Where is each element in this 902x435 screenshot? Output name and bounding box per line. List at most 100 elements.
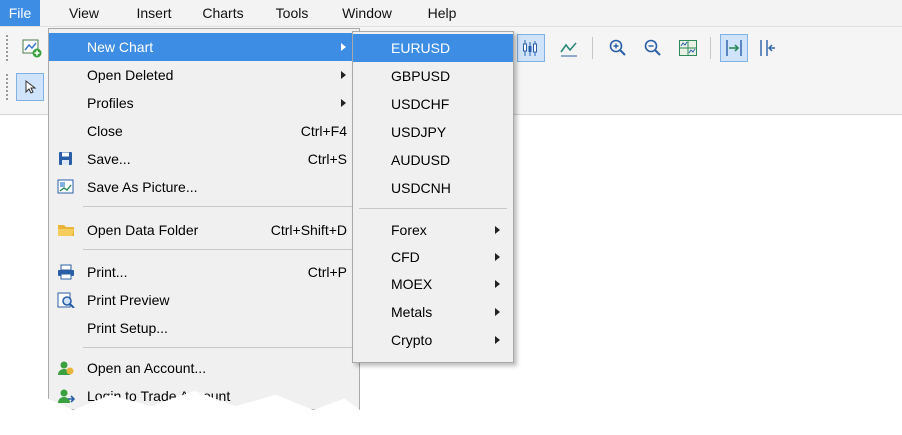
menubar: File View Insert Charts Tools Window Hel… bbox=[0, 0, 902, 27]
menu-separator bbox=[359, 208, 507, 209]
menu-item-print-setup[interactable]: Print Setup... bbox=[49, 314, 357, 342]
submenu-arrow-icon bbox=[495, 253, 500, 261]
submenu-item-symbol[interactable]: USDCNH bbox=[353, 174, 513, 202]
menu-item-label: Save As Picture... bbox=[87, 179, 198, 195]
menu-separator bbox=[83, 249, 353, 250]
open-account-icon bbox=[58, 361, 74, 375]
submenu-item-symbol[interactable]: USDJPY bbox=[353, 118, 513, 146]
submenu-item-label: USDCHF bbox=[391, 96, 450, 112]
submenu-item-symbol[interactable]: AUDUSD bbox=[353, 146, 513, 174]
tile-windows-icon bbox=[679, 40, 697, 56]
submenu-item-group-cfd[interactable]: CFD bbox=[353, 243, 513, 271]
menu-item-new-chart[interactable]: New Chart bbox=[49, 33, 357, 61]
submenu-arrow-icon bbox=[495, 308, 500, 316]
file-menu: New Chart Open Deleted Profiles Close Ct… bbox=[48, 28, 360, 410]
save-icon bbox=[59, 152, 72, 165]
menu-item-close[interactable]: Close Ctrl+F4 bbox=[49, 117, 357, 145]
submenu-arrow-icon bbox=[341, 43, 346, 51]
chart-shift-icon bbox=[760, 40, 775, 56]
menu-item-label: Open Data Folder bbox=[87, 222, 199, 238]
menu-item-open-account[interactable]: Open an Account... bbox=[49, 354, 357, 382]
zoom-out-button[interactable] bbox=[639, 34, 667, 62]
toolbar-grip[interactable] bbox=[6, 35, 12, 61]
menu-charts[interactable]: Charts bbox=[194, 0, 252, 26]
folder-icon bbox=[58, 225, 74, 236]
menu-item-profiles[interactable]: Profiles bbox=[49, 89, 357, 117]
menu-insert[interactable]: Insert bbox=[126, 0, 182, 26]
menu-item-label: Login to Trade Account bbox=[87, 388, 231, 404]
submenu-item-symbol[interactable]: EURUSD bbox=[353, 34, 513, 62]
menu-item-shortcut: Ctrl+Shift+D bbox=[270, 222, 347, 238]
submenu-item-label: MOEX bbox=[391, 276, 433, 292]
submenu-arrow-icon bbox=[341, 99, 346, 107]
candlestick-chart-button[interactable] bbox=[517, 34, 545, 62]
submenu-item-label: USDJPY bbox=[391, 124, 447, 140]
submenu-item-label: Forex bbox=[391, 222, 427, 238]
menu-item-open-data-folder[interactable]: Open Data Folder Ctrl+Shift+D bbox=[49, 216, 357, 244]
toolbar-separator bbox=[592, 37, 593, 59]
submenu-item-group-forex[interactable]: Forex bbox=[353, 216, 513, 244]
menu-item-label: Profiles bbox=[87, 95, 134, 111]
submenu-arrow-icon bbox=[341, 71, 346, 79]
toolbar-separator bbox=[710, 37, 711, 59]
auto-scroll-button[interactable] bbox=[720, 34, 748, 62]
submenu-item-label: GBPUSD bbox=[391, 68, 451, 84]
submenu-arrow-icon bbox=[495, 226, 500, 234]
zoom-in-icon bbox=[609, 39, 626, 56]
menu-item-label: New Chart bbox=[87, 39, 154, 55]
submenu-item-group-crypto[interactable]: Crypto bbox=[353, 326, 513, 354]
submenu-item-label: Crypto bbox=[391, 332, 433, 348]
menu-item-shortcut: Ctrl+P bbox=[307, 264, 347, 280]
tile-windows-button[interactable] bbox=[674, 34, 702, 62]
zoom-in-button[interactable] bbox=[604, 34, 632, 62]
menu-item-label: Print... bbox=[87, 264, 128, 280]
submenu-item-symbol[interactable]: GBPUSD bbox=[353, 62, 513, 90]
menu-view[interactable]: View bbox=[60, 0, 108, 26]
cursor-button[interactable] bbox=[16, 73, 44, 101]
new-chart-icon bbox=[22, 39, 42, 58]
menu-separator bbox=[83, 347, 353, 348]
menu-item-shortcut: Ctrl+S bbox=[307, 151, 347, 167]
zoom-out-icon bbox=[644, 39, 661, 56]
submenu-arrow-icon bbox=[495, 280, 500, 288]
menu-item-save-as-picture[interactable]: Save As Picture... bbox=[49, 173, 357, 201]
menu-item-label: Close bbox=[87, 123, 123, 139]
menu-help[interactable]: Help bbox=[414, 0, 470, 26]
submenu-item-label: AUDUSD bbox=[391, 152, 451, 168]
menu-item-shortcut: Ctrl+F4 bbox=[300, 123, 347, 139]
menu-item-partial: MQL bbox=[149, 407, 209, 428]
menu-item-label: Save... bbox=[87, 151, 131, 167]
menu-item-label: Open an Account... bbox=[87, 360, 207, 376]
menu-item-label: Open Deleted bbox=[87, 67, 174, 83]
menu-item-save[interactable]: Save... Ctrl+S bbox=[49, 145, 357, 173]
login-account-icon bbox=[58, 389, 75, 403]
candlestick-icon bbox=[523, 40, 537, 56]
submenu-item-label: USDCNH bbox=[391, 180, 451, 196]
menu-separator bbox=[83, 206, 353, 207]
auto-scroll-icon bbox=[726, 40, 742, 56]
menu-item-open-deleted[interactable]: Open Deleted bbox=[49, 61, 357, 89]
menu-tools[interactable]: Tools bbox=[264, 0, 320, 26]
print-icon bbox=[58, 264, 74, 280]
chart-shift-button[interactable] bbox=[754, 34, 782, 62]
menu-item-label: Print Setup... bbox=[87, 320, 168, 336]
submenu-item-symbol[interactable]: USDCHF bbox=[353, 90, 513, 118]
menu-item-print[interactable]: Print... Ctrl+P bbox=[49, 258, 357, 286]
menu-window[interactable]: Window bbox=[332, 0, 402, 26]
submenu-item-group-moex[interactable]: MOEX bbox=[353, 270, 513, 298]
line-chart-button[interactable] bbox=[555, 34, 583, 62]
menu-item-label: MQL bbox=[149, 413, 178, 428]
cursor-arrow-icon bbox=[25, 79, 37, 94]
new-chart-submenu: EURUSD GBPUSD USDCHF USDJPY AUDUSD USDCN… bbox=[352, 31, 514, 363]
toolbar-grip[interactable] bbox=[6, 74, 12, 100]
save-as-picture-icon bbox=[57, 179, 74, 194]
new-chart-toolbar-button[interactable] bbox=[18, 34, 46, 62]
submenu-item-label: Metals bbox=[391, 304, 433, 320]
menu-item-login-trade-account[interactable]: Login to Trade Account bbox=[49, 382, 357, 410]
submenu-arrow-icon bbox=[495, 336, 500, 344]
submenu-item-group-metals[interactable]: Metals bbox=[353, 298, 513, 326]
submenu-item-label: EURUSD bbox=[391, 40, 451, 56]
menu-file[interactable]: File bbox=[0, 0, 40, 26]
menu-item-print-preview[interactable]: Print Preview bbox=[49, 286, 357, 314]
submenu-item-label: CFD bbox=[391, 249, 420, 265]
